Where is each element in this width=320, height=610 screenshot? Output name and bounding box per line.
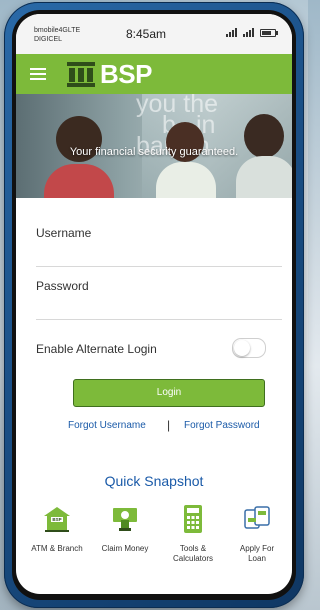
alternate-login-toggle[interactable] bbox=[232, 338, 266, 358]
brand-name: BSP bbox=[100, 58, 152, 89]
person-photo-2-body bbox=[156, 162, 216, 198]
username-field[interactable]: Username bbox=[36, 226, 282, 267]
carrier-line-1: bmobile4GLTE bbox=[34, 27, 81, 34]
bsp-logo-mark-icon bbox=[67, 62, 95, 87]
quick-label-atm: ATM & Branch bbox=[31, 544, 83, 553]
quick-label-tools: Tools & Calculators bbox=[172, 544, 213, 563]
quick-claim-money[interactable]: Claim Money bbox=[94, 504, 156, 554]
carrier-line-2: DIGICEL bbox=[34, 36, 63, 43]
quick-snapshot-title: Quick Snapshot bbox=[104, 473, 204, 489]
svg-text:BSP: BSP bbox=[52, 517, 61, 522]
status-icons bbox=[226, 28, 278, 37]
link-separator: | bbox=[167, 418, 171, 432]
status-bar: bmobile4GLTE DIGICEL 8:45am bbox=[16, 14, 292, 54]
phone-bezel: bmobile4GLTE DIGICEL 8:45am BSP you the … bbox=[12, 10, 296, 600]
forgot-password-link[interactable]: Forgot Password bbox=[184, 420, 260, 431]
password-field[interactable]: Password bbox=[36, 279, 282, 320]
hero-caption: Your financial security guaranteed. bbox=[69, 146, 239, 158]
quick-tools-calculators[interactable]: Tools & Calculators bbox=[162, 504, 224, 564]
status-time: 8:45am bbox=[126, 27, 167, 41]
hero-banner: you the b in bankin Your financial secur… bbox=[16, 94, 292, 198]
claim-money-icon bbox=[113, 508, 137, 531]
quick-label-claim: Claim Money bbox=[101, 544, 149, 553]
toggle-knob bbox=[234, 340, 250, 356]
carrier-info: bmobile4GLTE DIGICEL bbox=[34, 26, 80, 44]
password-input[interactable] bbox=[36, 295, 282, 309]
person-photo-3-body bbox=[236, 156, 292, 198]
app-screen: bmobile4GLTE DIGICEL 8:45am BSP you the … bbox=[16, 14, 292, 594]
username-label: Username bbox=[36, 226, 92, 240]
quick-apply-loan[interactable]: Apply For Loan bbox=[226, 504, 288, 564]
password-label: Password bbox=[36, 279, 89, 293]
alternate-login-row: Enable Alternate Login bbox=[36, 338, 282, 362]
username-input[interactable] bbox=[36, 242, 282, 256]
quick-atm-branch[interactable]: BSP ATM & Branch bbox=[26, 504, 88, 554]
signal-icon-2 bbox=[243, 28, 254, 37]
person-photo-1-body bbox=[44, 164, 114, 198]
menu-icon[interactable] bbox=[30, 68, 46, 80]
login-button[interactable]: Login bbox=[73, 379, 265, 407]
phone-frame: bmobile4GLTE DIGICEL 8:45am BSP you the … bbox=[4, 2, 304, 608]
quick-label-loan: Apply For Loan bbox=[239, 544, 275, 563]
alternate-login-label: Enable Alternate Login bbox=[36, 342, 157, 356]
bsp-logo: BSP bbox=[66, 58, 152, 89]
signal-icon bbox=[226, 28, 237, 37]
calculator-icon bbox=[184, 505, 202, 533]
app-header: BSP bbox=[16, 54, 292, 94]
atm-branch-icon: BSP bbox=[44, 507, 70, 532]
loan-icon bbox=[244, 506, 270, 529]
forgot-username-link[interactable]: Forgot Username bbox=[68, 420, 146, 431]
battery-icon bbox=[260, 29, 278, 37]
